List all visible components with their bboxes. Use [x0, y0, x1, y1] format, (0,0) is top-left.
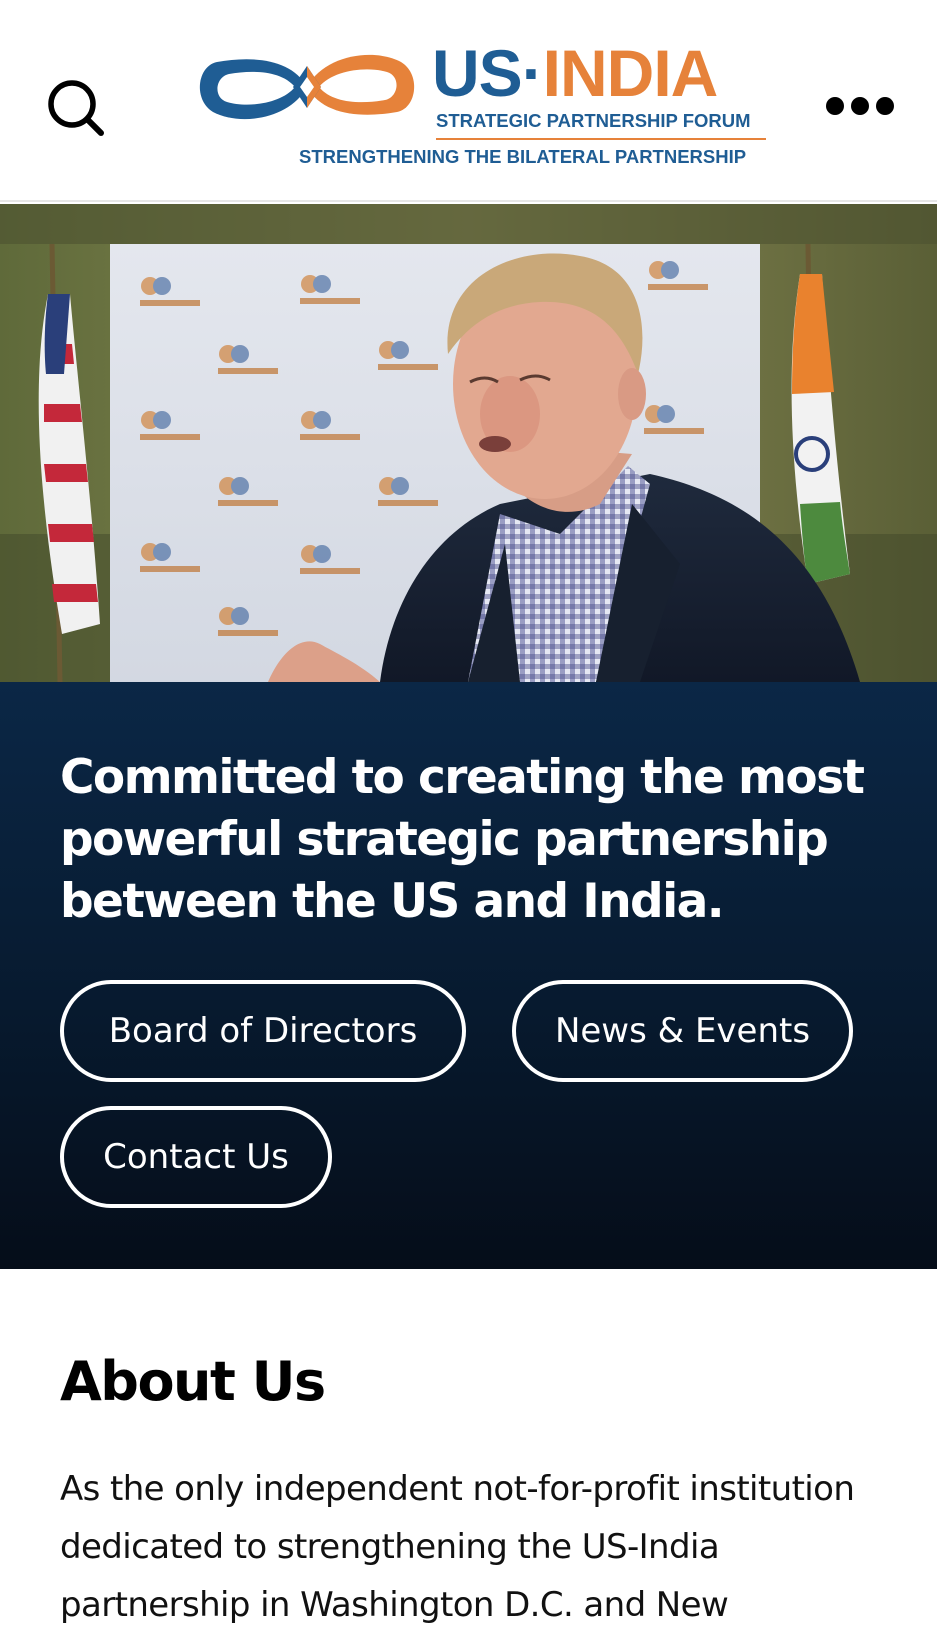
logo-mark-icon [199, 54, 415, 120]
hero-panel: Committed to creating the most powerful … [0, 682, 937, 1269]
logo-wordmark-us: US [432, 36, 523, 110]
about-body-text: As the only independent not-for-profit i… [60, 1469, 855, 1625]
logo-wordmark: US·INDIA [432, 40, 718, 106]
logo-tagline: STRENGTHENING THE BILATERAL PARTNERSHIP [299, 146, 747, 167]
about-heading: About Us [60, 1350, 326, 1413]
search-button[interactable] [40, 72, 110, 142]
hero-image [0, 204, 937, 682]
contact-us-button[interactable]: Contact Us [60, 1106, 332, 1208]
logo-wordmark-india: INDIA [542, 36, 719, 110]
more-horizontal-icon [826, 97, 894, 115]
board-of-directors-button[interactable]: Board of Directors [60, 980, 466, 1082]
hero-photo-illustration [0, 204, 937, 682]
news-events-button[interactable]: News & Events [512, 980, 853, 1082]
logo-wordmark-dot: · [521, 36, 544, 110]
logo-divider [436, 138, 766, 140]
more-menu-button[interactable] [825, 88, 895, 124]
hero-headline: Committed to creating the most powerful … [60, 750, 865, 929]
search-icon [48, 80, 104, 136]
logo-subtitle: STRATEGIC PARTNERSHIP FORUM [436, 110, 751, 131]
site-header: US·INDIA STRATEGIC PARTNERSHIP FORUM STR… [0, 0, 937, 202]
